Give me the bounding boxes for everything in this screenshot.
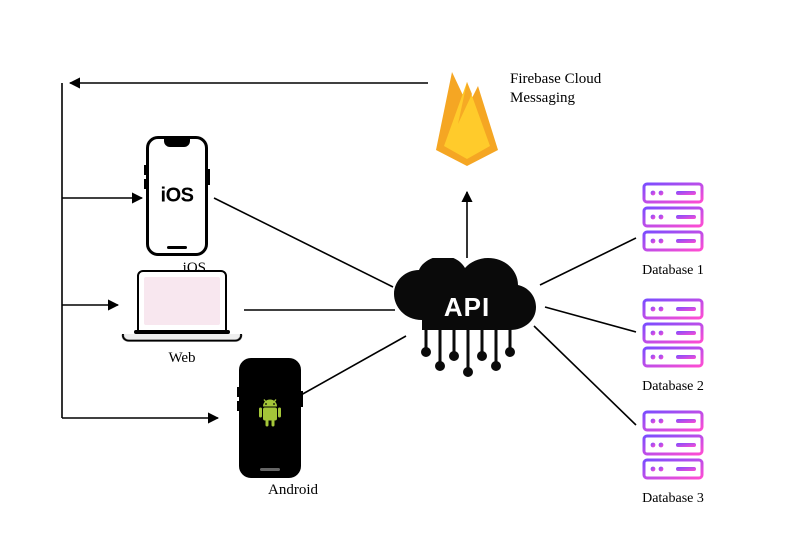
- server-icon: [638, 296, 708, 370]
- firebase-node: [428, 64, 506, 177]
- client-web: Web: [122, 270, 242, 367]
- firebase-label: Firebase Cloud Messaging: [510, 70, 601, 108]
- android-robot-icon: [256, 399, 284, 438]
- database-3-label: Database 3: [638, 491, 708, 507]
- database-2-label: Database 2: [638, 379, 708, 395]
- database-1: Database 1: [638, 180, 708, 279]
- database-3: Database 3: [638, 408, 708, 507]
- api-label: API: [392, 292, 542, 323]
- laptop-icon: [122, 270, 242, 342]
- database-2: Database 2: [638, 296, 708, 395]
- firebase-icon: [428, 64, 506, 172]
- ios-device-icon: iOS: [146, 136, 208, 256]
- api-cloud-icon: API: [392, 258, 542, 353]
- server-icon: [638, 180, 708, 254]
- ios-screen-text: iOS: [161, 185, 194, 208]
- architecture-diagram: iOS iOS Web: [0, 0, 800, 560]
- android-label: Android: [268, 482, 318, 499]
- client-ios: iOS iOS: [146, 136, 208, 277]
- android-device-icon: [239, 358, 301, 478]
- server-icon: [638, 408, 708, 482]
- database-1-label: Database 1: [638, 263, 708, 279]
- api-node: API: [392, 258, 542, 353]
- client-android: Android: [222, 358, 318, 499]
